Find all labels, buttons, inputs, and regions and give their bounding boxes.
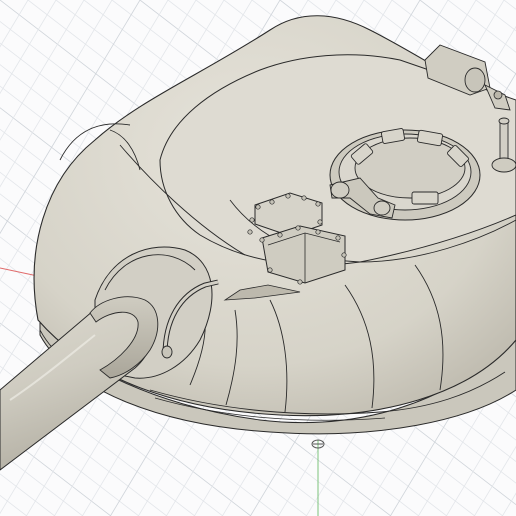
bolt	[259, 237, 265, 243]
bolt	[247, 229, 253, 235]
bolt	[315, 201, 321, 207]
bolt	[301, 195, 307, 201]
bolt	[269, 199, 275, 205]
bolt	[255, 204, 261, 210]
bolt	[295, 225, 301, 231]
bolt	[297, 279, 303, 285]
bolt	[315, 229, 321, 235]
bolt	[317, 219, 323, 225]
bolt	[249, 217, 255, 223]
bolt	[341, 252, 347, 258]
vision-block	[411, 191, 439, 205]
bolt	[277, 232, 283, 238]
bolt	[267, 267, 273, 273]
bolt	[285, 193, 291, 199]
bolt	[335, 235, 341, 241]
3d-scene[interactable]	[0, 0, 516, 516]
cad-viewport[interactable]	[0, 0, 516, 516]
